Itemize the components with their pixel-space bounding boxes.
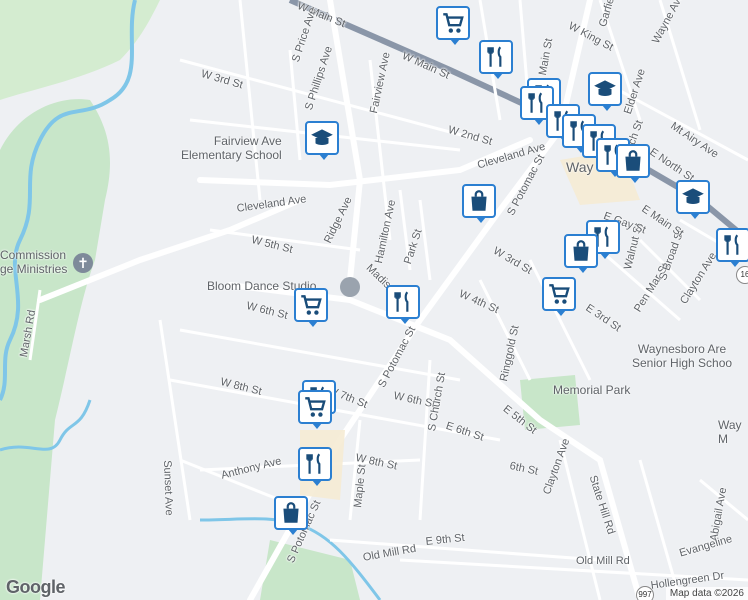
school-pin[interactable] [305, 121, 339, 160]
place-label[interactable]: Waynesboro Are Senior High Schoo [632, 342, 732, 370]
shopping-cart-pin[interactable] [298, 390, 332, 429]
restaurant-icon [306, 453, 321, 474]
place-label[interactable]: Memorial Park [553, 383, 630, 397]
shopping-bag-icon [625, 150, 641, 171]
restaurant-pin[interactable] [479, 40, 513, 79]
shopping-bag-pin[interactable] [564, 234, 598, 273]
restaurant-icon [487, 46, 502, 67]
restaurant-pin[interactable] [386, 285, 420, 324]
place-label[interactable]: Way M [718, 418, 742, 446]
shopping-cart-pin[interactable] [542, 277, 576, 316]
shopping-bag-pin[interactable] [616, 144, 650, 183]
shopping-bag-icon [283, 502, 299, 523]
school-icon [311, 129, 333, 146]
restaurant-icon [394, 291, 409, 312]
school-icon [682, 188, 704, 205]
church-icon[interactable]: ✝ [73, 253, 93, 273]
map-canvas[interactable]: W Main St W Main St N Main St S Price Av… [0, 0, 748, 600]
shopping-bag-pin[interactable] [274, 496, 308, 535]
shopping-cart-icon [301, 295, 322, 315]
shopping-cart-icon [305, 397, 326, 417]
route-shield-icon: 997 [636, 586, 654, 600]
school-icon [594, 80, 616, 97]
route-shield-icon: 16 [736, 266, 748, 284]
shopping-cart-pin[interactable] [294, 288, 328, 327]
map-attribution[interactable]: Map data ©2026 [665, 587, 748, 600]
place-label[interactable]: Fairview Ave Elementary School [181, 134, 282, 162]
restaurant-pin[interactable] [298, 447, 332, 486]
school-pin[interactable] [676, 180, 710, 219]
shopping-bag-icon [573, 240, 589, 261]
shopping-bag-icon [471, 190, 487, 211]
shopping-cart-pin[interactable] [436, 6, 470, 45]
shopping-cart-icon [443, 13, 464, 33]
street-label: Old Mill Rd [576, 555, 630, 567]
park-area [0, 99, 110, 600]
place-marker-icon[interactable] [340, 277, 360, 297]
park-area [260, 540, 360, 600]
shopping-bag-pin[interactable] [462, 184, 496, 223]
school-pin[interactable] [588, 72, 622, 111]
street-label: Sunset Ave [161, 460, 175, 516]
google-logo: Google [6, 577, 66, 597]
restaurant-pin[interactable] [716, 228, 748, 267]
place-label[interactable]: Way [566, 160, 593, 174]
park-area [0, 0, 160, 100]
place-label[interactable]: Commission ge Ministries [0, 248, 67, 276]
shopping-cart-icon [549, 284, 570, 304]
restaurant-icon [724, 234, 739, 255]
